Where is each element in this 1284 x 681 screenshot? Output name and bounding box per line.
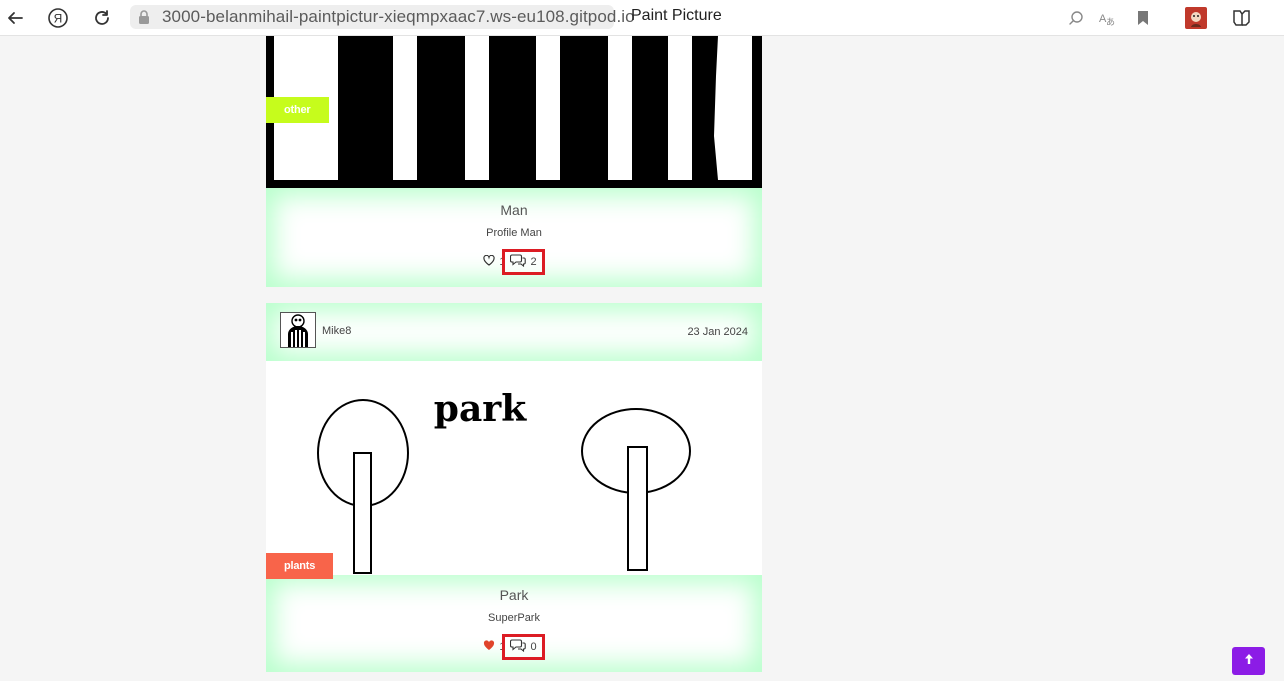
comments-button[interactable]: 0 — [501, 634, 545, 660]
svg-text:あ: あ — [1106, 17, 1115, 26]
comment-count: 2 — [530, 256, 537, 268]
reader-icon[interactable] — [1228, 5, 1254, 31]
post-stats: 1 0 — [266, 634, 762, 660]
image-caption: park — [434, 388, 527, 430]
bookmark-icon[interactable] — [1130, 5, 1156, 31]
address-bar[interactable]: 3000-belanmihail-paintpictur-xieqmpxaac7… — [130, 5, 635, 29]
heart-icon — [483, 254, 496, 269]
author-name[interactable]: Mike8 — [322, 325, 351, 337]
browser-toolbar: Я 3000-belanmihail-paintpictur-xieqmpxaa… — [0, 0, 1284, 36]
lock-icon — [138, 10, 150, 24]
post-card: Mike8 23 Jan 2024 park plants Park Super… — [266, 303, 762, 672]
url-text: 3000-belanmihail-paintpictur-xieqmpxaac7… — [162, 7, 635, 26]
search-page-icon[interactable] — [1063, 5, 1089, 31]
extension-avatar-icon[interactable] — [1183, 5, 1209, 31]
category-badge[interactable]: plants — [266, 553, 334, 579]
tab-title: Paint Picture — [631, 7, 722, 24]
comment-count: 0 — [530, 641, 537, 653]
post-title: Park — [499, 587, 529, 603]
post-stats: 1 2 — [266, 249, 762, 275]
post-image[interactable]: park — [266, 361, 762, 575]
comments-icon — [509, 254, 526, 270]
post-card: other Man Profile Man 1 2 — [266, 36, 762, 287]
post-date: 23 Jan 2024 — [687, 326, 748, 338]
post-description: SuperPark — [488, 612, 540, 624]
post-image[interactable] — [266, 36, 762, 188]
yandex-icon[interactable]: Я — [45, 5, 71, 31]
heart-icon — [483, 640, 495, 654]
comments-icon — [509, 639, 526, 655]
comments-button[interactable]: 2 — [501, 249, 545, 275]
translate-icon[interactable]: Aあ — [1094, 5, 1120, 31]
post-description: Profile Man — [486, 227, 542, 239]
category-badge[interactable]: other — [266, 97, 329, 123]
scroll-to-top-button[interactable] — [1232, 647, 1265, 675]
reload-icon[interactable] — [89, 5, 115, 31]
back-arrow-icon[interactable] — [2, 5, 28, 31]
arrow-up-icon — [1244, 652, 1254, 670]
avatar[interactable] — [280, 312, 316, 348]
post-title: Man — [500, 202, 528, 218]
post-author[interactable]: Mike8 — [280, 312, 351, 348]
svg-text:Я: Я — [54, 12, 63, 26]
